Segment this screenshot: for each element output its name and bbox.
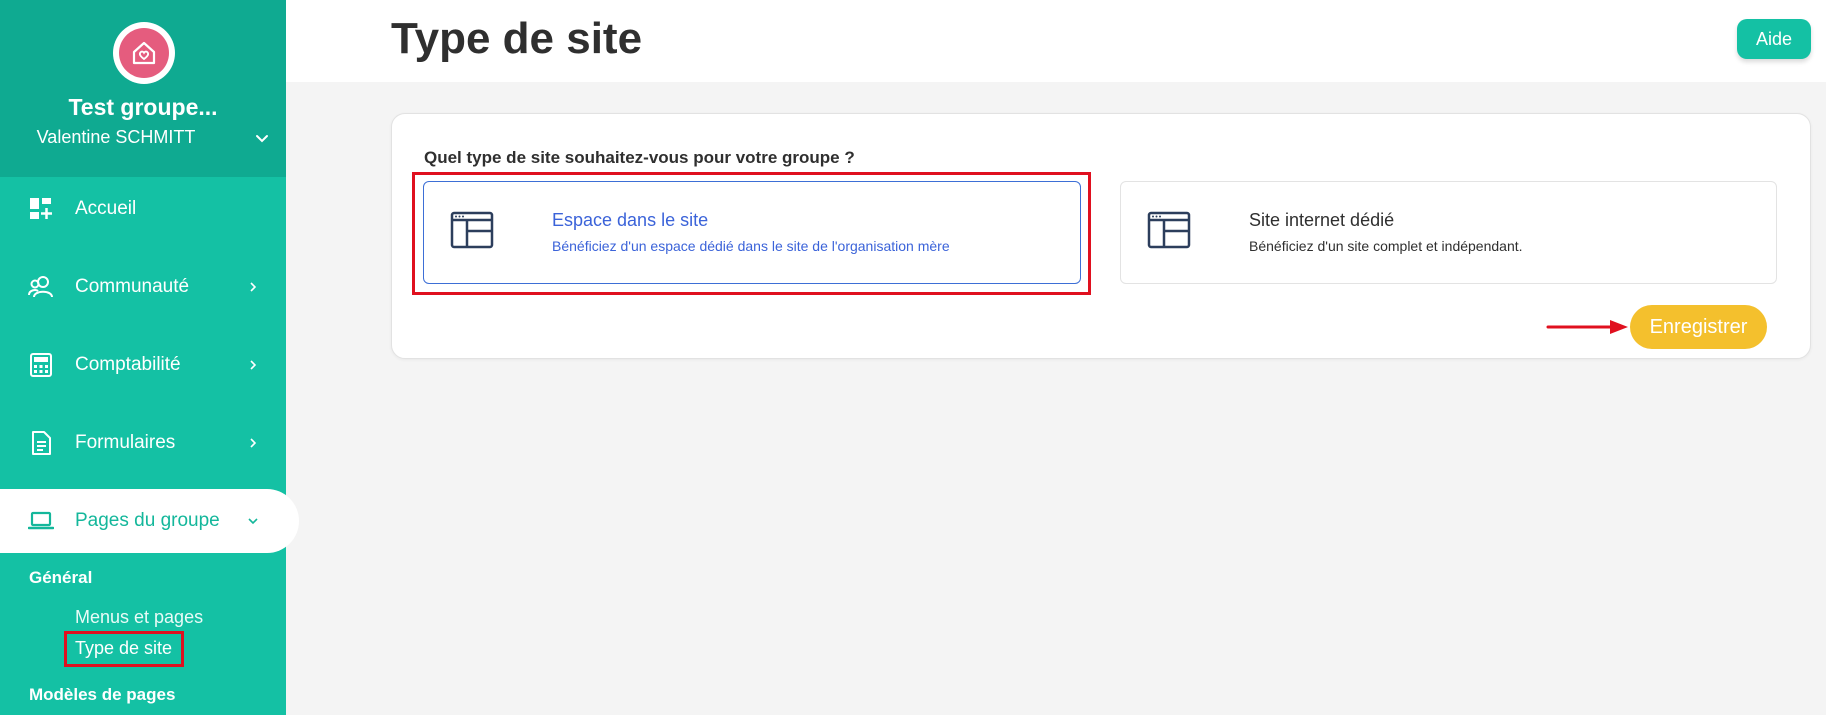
site-type-question: Quel type de site souhaitez-vous pour vo… <box>424 148 855 167</box>
option-description: Bénéficiez d'un site complet et indépend… <box>1249 238 1523 254</box>
sidebar-item-communaute[interactable]: Communauté <box>0 255 286 319</box>
calculator-icon <box>30 353 52 377</box>
page-title: Type de site <box>391 14 643 63</box>
browser-layout-icon <box>1147 211 1191 249</box>
option-site-internet-dedie[interactable]: Site internet dédié Bénéficiez d'un site… <box>1120 181 1777 284</box>
document-icon <box>32 431 51 455</box>
sidebar-item-label: Pages du groupe <box>75 510 220 531</box>
sidebar: Test groupe... Valentine SCHMITT Accueil… <box>0 0 299 715</box>
section-label-general: Général <box>29 568 93 587</box>
red-arrow-annotation <box>1546 320 1628 334</box>
users-icon <box>28 276 53 298</box>
chevron-down-icon[interactable] <box>252 128 272 148</box>
chevron-right-icon <box>250 360 257 370</box>
sidebar-item-label: Communauté <box>75 276 190 297</box>
chevron-right-icon <box>250 282 257 292</box>
chevron-down-icon <box>248 518 258 525</box>
highlight-box <box>412 172 1091 295</box>
sub-item-menus-et-pages[interactable]: Menus et pages <box>75 607 203 628</box>
highlight-box <box>64 631 184 667</box>
user-name: Valentine SCHMITT <box>36 127 196 147</box>
chevron-right-icon <box>250 438 257 448</box>
sidebar-item-label: Comptabilité <box>75 354 181 375</box>
sidebar-header: Test groupe... Valentine SCHMITT <box>0 0 286 177</box>
laptop-icon <box>28 511 54 530</box>
sidebar-item-label: Formulaires <box>75 432 176 453</box>
sidebar-item-pages-du-groupe[interactable]: Pages du groupe <box>0 489 299 553</box>
help-button[interactable]: Aide <box>1737 19 1811 59</box>
sidebar-item-accueil[interactable]: Accueil <box>0 177 286 241</box>
dashboard-add-icon <box>30 198 52 219</box>
group-avatar[interactable] <box>113 22 175 84</box>
group-name: Test groupe... <box>68 94 218 120</box>
home-heart-icon <box>132 41 156 65</box>
sidebar-item-label: Accueil <box>75 198 137 219</box>
sidebar-item-formulaires[interactable]: Formulaires <box>0 411 286 475</box>
option-title: Site internet dédié <box>1249 210 1395 230</box>
section-label-modeles: Modèles de pages <box>29 685 176 704</box>
sidebar-item-comptabilite[interactable]: Comptabilité <box>0 333 286 397</box>
save-button[interactable]: Enregistrer <box>1630 305 1767 349</box>
